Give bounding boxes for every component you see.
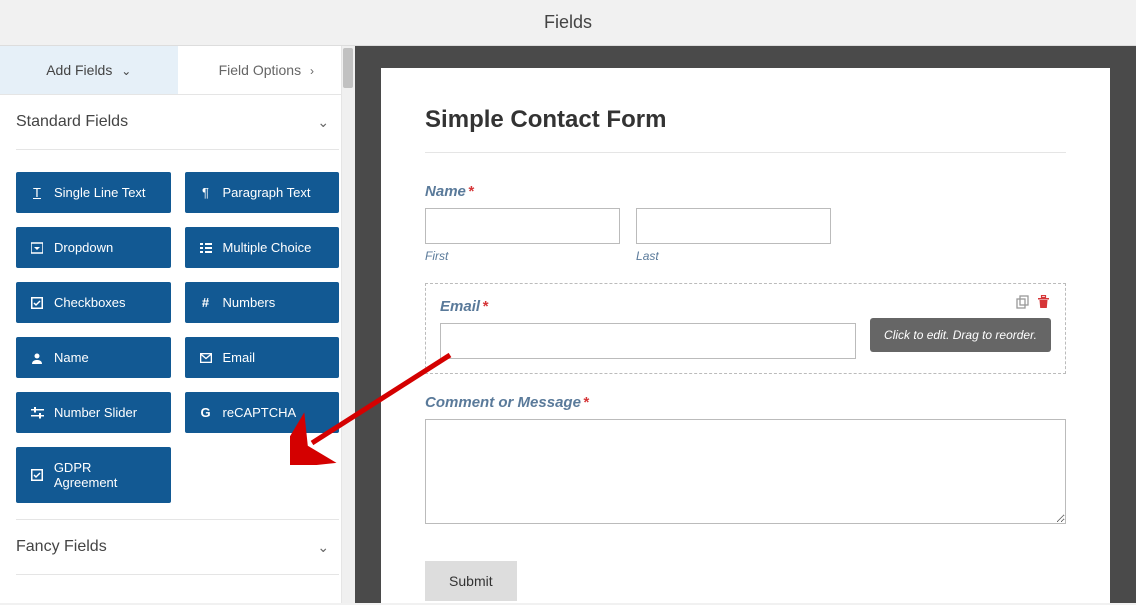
standard-fields-grid: T Single Line Text ¶ Paragraph Text Drop… (16, 150, 339, 520)
field-email[interactable]: Email (185, 337, 340, 378)
first-name-col: First (425, 208, 620, 263)
section-standard-fields[interactable]: Standard Fields ⌄ (16, 95, 339, 150)
section-title: Fancy Fields (16, 538, 107, 556)
section-title: Standard Fields (16, 113, 128, 131)
main-area: Add Fields ⌄ Field Options › Standard Fi… (0, 46, 1136, 603)
field-gdpr-agreement[interactable]: GDPR Agreement (16, 447, 171, 503)
label-text: Email (440, 298, 480, 315)
label-text: Comment or Message (425, 394, 581, 411)
preview-panel: Simple Contact Form Name* First Last (355, 46, 1136, 603)
label-text: Name (425, 183, 466, 200)
first-sublabel: First (425, 249, 620, 263)
chevron-down-icon: ⌄ (317, 114, 329, 131)
field-label: Dropdown (54, 240, 113, 255)
list-icon (199, 242, 213, 254)
panel-scrollbar[interactable] (341, 46, 355, 603)
field-numbers[interactable]: # Numbers (185, 282, 340, 323)
chevron-down-icon: ⌄ (121, 64, 131, 78)
tab-label: Add Fields (46, 62, 112, 78)
email-actions (1015, 294, 1051, 309)
field-label: Multiple Choice (223, 240, 312, 255)
chevron-right-icon: › (310, 64, 314, 78)
google-icon: G (199, 405, 213, 420)
email-label: Email* (440, 298, 856, 315)
required-mark: * (468, 183, 474, 200)
form-title: Simple Contact Form (425, 106, 1066, 134)
field-single-line-text[interactable]: T Single Line Text (16, 172, 171, 213)
hash-icon: # (199, 295, 213, 310)
field-checkboxes[interactable]: Checkboxes (16, 282, 171, 323)
field-dropdown[interactable]: Dropdown (16, 227, 171, 268)
section-fancy-fields[interactable]: Fancy Fields ⌄ (16, 520, 339, 575)
field-label: Checkboxes (54, 295, 126, 310)
field-label: reCAPTCHA (223, 405, 297, 420)
duplicate-icon[interactable] (1015, 294, 1030, 309)
tab-field-options[interactable]: Field Options › (178, 46, 356, 94)
chevron-down-icon: ⌄ (317, 539, 329, 556)
left-panel: Add Fields ⌄ Field Options › Standard Fi… (0, 46, 355, 603)
name-label: Name* (425, 183, 1066, 200)
preview-canvas: Simple Contact Form Name* First Last (381, 68, 1110, 603)
field-name[interactable]: Name (16, 337, 171, 378)
envelope-icon (199, 353, 213, 363)
field-label: Number Slider (54, 405, 137, 420)
field-label: Name (54, 350, 89, 365)
text-icon: T (30, 185, 44, 200)
user-icon (30, 352, 44, 364)
tab-add-fields[interactable]: Add Fields ⌄ (0, 46, 178, 94)
email-input[interactable] (440, 323, 856, 359)
field-label: GDPR Agreement (54, 460, 157, 490)
checkbox-icon (30, 469, 44, 481)
email-left: Email* (440, 298, 856, 359)
dropdown-icon (30, 242, 44, 254)
page-title: Fields (0, 0, 1136, 45)
form-divider (425, 152, 1066, 153)
first-name-input[interactable] (425, 208, 620, 244)
field-label: Email (223, 350, 256, 365)
last-name-input[interactable] (636, 208, 831, 244)
field-label: Single Line Text (54, 185, 146, 200)
paragraph-icon: ¶ (199, 185, 213, 200)
checkbox-icon (30, 297, 44, 309)
scrollbar-thumb[interactable] (343, 48, 353, 88)
last-sublabel: Last (636, 249, 831, 263)
comment-label: Comment or Message* (425, 394, 1066, 411)
required-mark: * (583, 394, 589, 411)
name-row: First Last (425, 208, 1066, 263)
form-field-comment[interactable]: Comment or Message* (425, 394, 1066, 529)
field-recaptcha[interactable]: G reCAPTCHA (185, 392, 340, 433)
field-label: Paragraph Text (223, 185, 311, 200)
tabs-row: Add Fields ⌄ Field Options › (0, 46, 355, 95)
required-mark: * (482, 298, 488, 315)
email-tooltip: Click to edit. Drag to reorder. (870, 318, 1051, 352)
panel-body: Standard Fields ⌄ T Single Line Text ¶ P… (0, 95, 355, 575)
last-name-col: Last (636, 208, 831, 263)
field-paragraph-text[interactable]: ¶ Paragraph Text (185, 172, 340, 213)
field-multiple-choice[interactable]: Multiple Choice (185, 227, 340, 268)
form-field-name[interactable]: Name* First Last (425, 183, 1066, 263)
field-label: Numbers (223, 295, 276, 310)
trash-icon[interactable] (1036, 294, 1051, 309)
form-field-email[interactable]: Email* Click to edit. Drag to reorder. (425, 283, 1066, 374)
comment-textarea[interactable] (425, 419, 1066, 524)
field-number-slider[interactable]: Number Slider (16, 392, 171, 433)
slider-icon (30, 407, 44, 419)
submit-button[interactable]: Submit (425, 561, 517, 601)
tab-label: Field Options (219, 62, 301, 78)
